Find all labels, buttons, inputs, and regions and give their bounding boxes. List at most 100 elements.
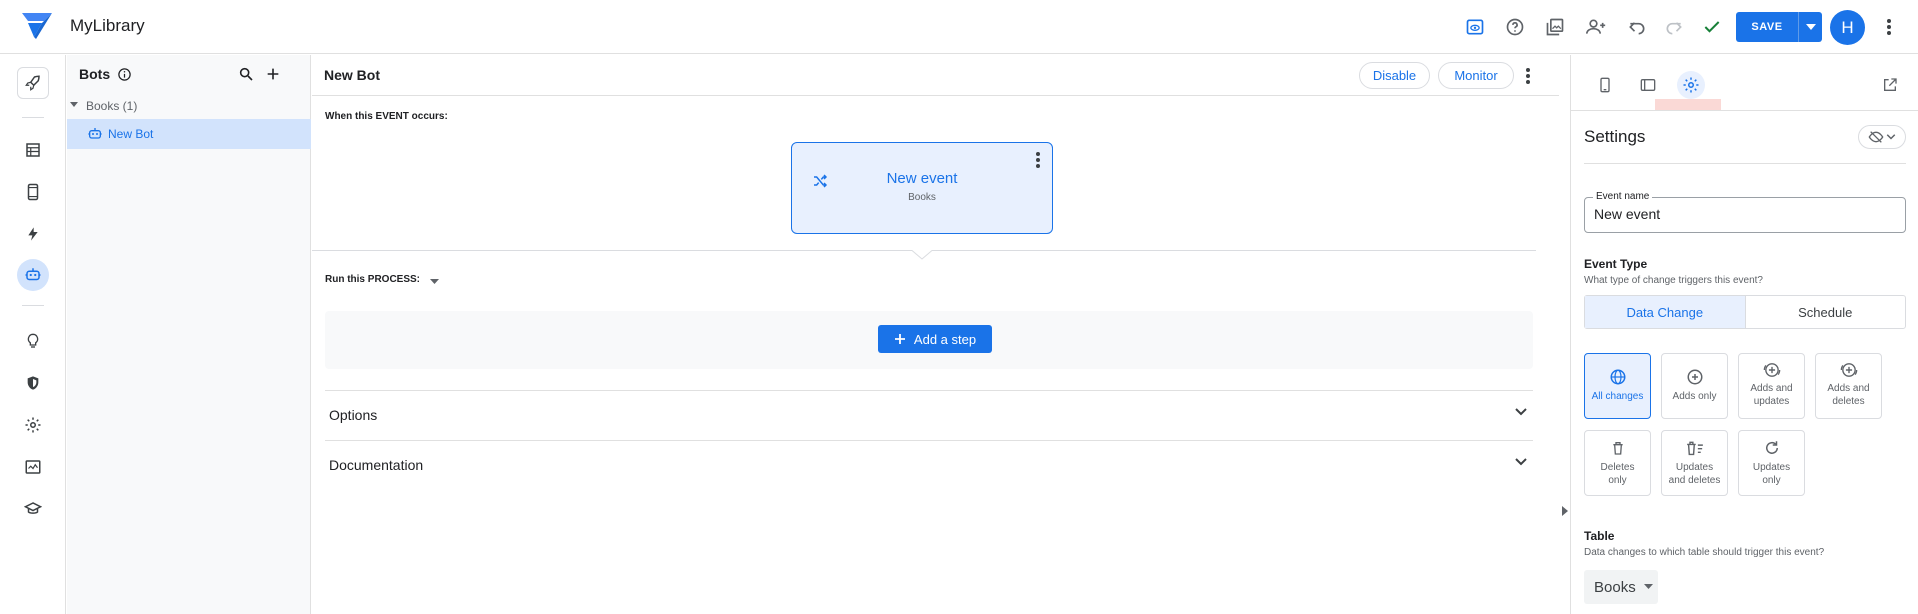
school-cap-icon[interactable]	[17, 493, 49, 525]
tree-group-books[interactable]: Books (1)	[67, 95, 311, 117]
change-type-label: Updates	[1752, 462, 1791, 473]
disable-button[interactable]: Disable	[1359, 62, 1430, 89]
event-type-heading: Event Type	[1584, 257, 1648, 271]
change-type-label-line2: deletes	[1832, 396, 1865, 407]
add-step-label: Add a step	[913, 331, 977, 347]
bot-icon	[88, 128, 102, 139]
settings-title: Settings	[1584, 127, 1646, 146]
phone-views-icon[interactable]	[17, 176, 49, 208]
bots-panel: Bots Books (1) New Bot	[67, 55, 311, 614]
bots-title-text: Bots	[79, 66, 111, 82]
trash-icon	[1612, 442, 1623, 455]
mobile-preview-tab-icon[interactable]	[1591, 71, 1619, 99]
table-select[interactable]: Books	[1584, 570, 1658, 604]
change-type-label: Deletes	[1600, 462, 1635, 473]
undo-icon[interactable]	[1624, 14, 1650, 40]
bot-editor: New Bot Disable Monitor When this EVENT …	[312, 55, 1559, 614]
change-type-all-changes[interactable]: All changes	[1584, 353, 1651, 419]
chevron-down-icon	[1515, 458, 1527, 466]
change-type-updates-only[interactable]: Updates only	[1738, 430, 1805, 496]
settings-panel: Settings Event name Event Type What type…	[1571, 55, 1918, 614]
checkmark-icon[interactable]	[1699, 14, 1725, 40]
settings-gear-icon[interactable]	[17, 409, 49, 441]
settings-tab-gear-icon[interactable]	[1677, 71, 1705, 99]
event-name-field[interactable]: Event name	[1584, 191, 1906, 233]
visibility-off-icon	[1868, 131, 1884, 143]
rocket-icon[interactable]	[17, 67, 49, 99]
process-steps-area: Add a step	[325, 311, 1533, 369]
bot-title: New Bot	[324, 67, 380, 83]
gallery-icon[interactable]	[1542, 14, 1568, 40]
add-bot-icon[interactable]	[265, 66, 281, 82]
monitor-chart-icon[interactable]	[17, 451, 49, 483]
event-name-label: Event name	[1593, 191, 1653, 202]
change-type-updates-and-deletes[interactable]: Updates and deletes	[1661, 430, 1728, 496]
search-icon[interactable]	[238, 66, 254, 82]
open-in-new-icon[interactable]	[1876, 71, 1904, 99]
bot-editor-header: New Bot Disable Monitor	[312, 55, 1559, 96]
app-title: MyLibrary	[70, 16, 145, 35]
event-card[interactable]: New event Books	[791, 142, 1053, 234]
options-label: Options	[329, 407, 378, 423]
change-type-adds-and-updates[interactable]: Adds and updates	[1738, 353, 1805, 419]
bots-panel-title: Bots	[79, 66, 110, 82]
more-vert-icon[interactable]	[1525, 67, 1531, 85]
event-name-input[interactable]	[1594, 206, 1894, 222]
refresh-icon	[1765, 441, 1778, 454]
actions-bolt-icon[interactable]	[17, 218, 49, 250]
more-vert-icon	[1036, 152, 1040, 168]
add-step-button[interactable]: Add a step	[878, 325, 992, 353]
automation-bot-icon[interactable]	[17, 259, 49, 291]
event-type-segmented: Data Change Schedule	[1584, 295, 1906, 329]
event-section-label: When this EVENT occurs:	[325, 111, 448, 122]
info-icon[interactable]	[117, 67, 132, 82]
change-type-adds-only[interactable]: Adds only	[1661, 353, 1728, 419]
change-type-label-line2: only	[1608, 475, 1627, 486]
caret-down-icon	[1805, 24, 1816, 30]
table-help: Data changes to which table should trigg…	[1584, 547, 1825, 558]
process-section-label[interactable]: Run this PROCESS:	[325, 274, 420, 285]
change-type-label-line2: only	[1762, 475, 1781, 486]
add-circle-icon	[1687, 369, 1702, 385]
data-table-icon[interactable]	[17, 134, 49, 166]
event-type-schedule[interactable]: Schedule	[1746, 296, 1906, 328]
plus-icon	[894, 334, 905, 344]
help-icon[interactable]	[1502, 14, 1528, 40]
share-person-icon[interactable]	[1583, 14, 1609, 40]
panel-collapse-handle[interactable]	[1559, 55, 1571, 614]
monitor-button[interactable]: Monitor	[1438, 62, 1514, 89]
connector-notch-icon	[912, 250, 932, 260]
visibility-toggle[interactable]	[1858, 125, 1906, 149]
change-type-deletes-only[interactable]: Deletes only	[1584, 430, 1651, 496]
change-type-label: Adds and	[1750, 383, 1793, 394]
preview-icon[interactable]	[1462, 14, 1488, 40]
change-type-adds-and-deletes[interactable]: Adds and deletes	[1815, 353, 1882, 419]
right-panel-tabs	[1571, 55, 1918, 111]
event-card-title: New event	[886, 170, 958, 187]
caret-down-icon	[1643, 584, 1653, 589]
security-shield-icon[interactable]	[17, 367, 49, 399]
more-vert-icon[interactable]	[1876, 14, 1902, 40]
appsheet-logo-icon[interactable]	[22, 13, 52, 39]
documentation-label: Documentation	[329, 457, 424, 473]
add-update-icon	[1763, 363, 1780, 377]
caret-down-icon[interactable]	[430, 279, 439, 285]
save-button[interactable]: SAVE	[1736, 12, 1798, 42]
settings-divider	[1584, 163, 1906, 164]
tree-item-new-bot[interactable]: New Bot	[67, 119, 311, 149]
avatar[interactable]: H	[1830, 10, 1865, 45]
tablet-preview-tab-icon[interactable]	[1634, 71, 1662, 99]
event-type-data-change[interactable]: Data Change	[1585, 296, 1746, 328]
redo-icon[interactable]	[1661, 14, 1687, 40]
event-type-help: What type of change triggers this event?	[1584, 275, 1763, 286]
options-section[interactable]: Options	[325, 390, 1533, 440]
active-tab-indicator	[1655, 99, 1721, 110]
documentation-section[interactable]: Documentation	[325, 440, 1533, 490]
change-type-label: All changes	[1591, 391, 1644, 402]
event-card-subtitle: Books	[908, 192, 936, 203]
tree-group-label: Books (1)	[86, 99, 138, 113]
lightbulb-icon[interactable]	[17, 325, 49, 357]
save-dropdown-button[interactable]	[1798, 12, 1822, 42]
table-heading: Table	[1584, 529, 1615, 543]
delete-sweep-icon	[1686, 441, 1703, 456]
